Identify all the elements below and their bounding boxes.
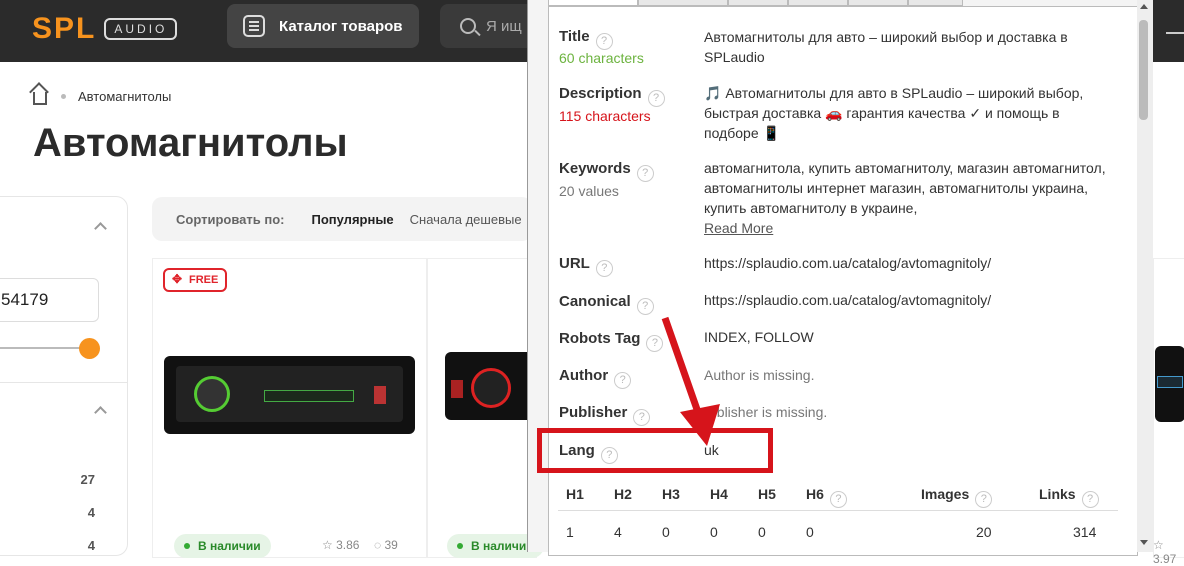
rating-value: 3.97 — [1153, 552, 1177, 566]
annotation-arrow-icon — [661, 316, 720, 446]
